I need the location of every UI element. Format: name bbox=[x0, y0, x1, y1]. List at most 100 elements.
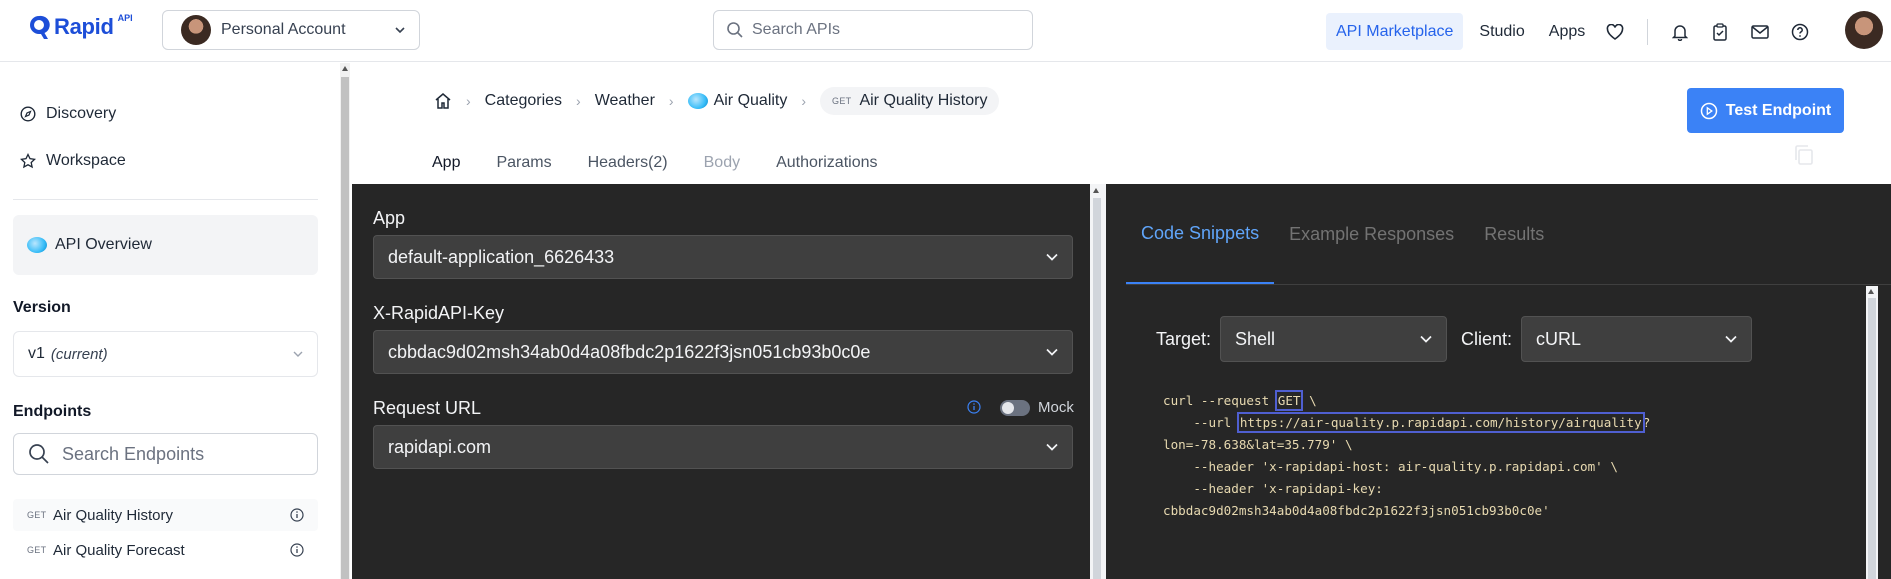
endpoint-item[interactable]: GET Air Quality History bbox=[13, 499, 318, 531]
endpoint-name: Air Quality History bbox=[53, 506, 174, 524]
nav-api-marketplace[interactable]: API Marketplace bbox=[1326, 13, 1464, 50]
request-panel: App default-application_6626433 X-RapidA… bbox=[352, 184, 1090, 579]
scroll-up-arrow[interactable] bbox=[1093, 188, 1099, 193]
scroll-up-arrow[interactable] bbox=[342, 66, 348, 71]
scrollbar-thumb[interactable] bbox=[1868, 298, 1876, 579]
nav-apps[interactable]: Apps bbox=[1539, 13, 1595, 50]
notifications-button[interactable] bbox=[1660, 13, 1700, 50]
chevron-down-icon bbox=[395, 27, 405, 34]
mail-icon bbox=[1751, 24, 1769, 39]
search-icon bbox=[29, 444, 49, 464]
bell-icon bbox=[1672, 24, 1689, 41]
endpoint-search-input[interactable] bbox=[62, 443, 302, 465]
mock-toggle-group: Mock bbox=[1000, 399, 1074, 416]
app-label: App bbox=[373, 208, 406, 228]
help-icon bbox=[1791, 23, 1809, 40]
breadcrumb-api[interactable]: Air Quality bbox=[714, 92, 788, 110]
chevron-down-icon bbox=[293, 351, 303, 357]
api-key-label: X-RapidAPI-Key bbox=[373, 303, 505, 323]
info-icon[interactable] bbox=[290, 508, 304, 522]
info-icon[interactable] bbox=[290, 543, 304, 557]
breadcrumb-weather[interactable]: Weather bbox=[595, 92, 655, 110]
api-overview-label: API Overview bbox=[55, 236, 152, 253]
app-select[interactable]: default-application_6626433 bbox=[373, 235, 1073, 279]
target-select[interactable]: Shell bbox=[1220, 316, 1447, 362]
tasks-button[interactable] bbox=[1700, 13, 1740, 50]
panel-scrollbar[interactable] bbox=[1090, 184, 1106, 579]
mock-toggle[interactable] bbox=[1000, 399, 1030, 416]
chevron-right-icon: › bbox=[466, 93, 471, 109]
compass-icon bbox=[20, 106, 36, 122]
sidebar-item-discovery[interactable]: Discovery bbox=[20, 105, 116, 123]
code-line: curl --request GET \ bbox=[1163, 390, 1317, 411]
app-value: default-application_6626433 bbox=[388, 246, 615, 267]
chevron-down-icon bbox=[1046, 253, 1058, 261]
scroll-up-arrow[interactable] bbox=[1868, 289, 1874, 294]
code-line: --url https://air-quality.p.rapidapi.com… bbox=[1163, 412, 1651, 433]
test-endpoint-label: Test Endpoint bbox=[1725, 101, 1832, 119]
favorites-button[interactable] bbox=[1595, 13, 1635, 50]
test-endpoint-button[interactable]: Test Endpoint bbox=[1687, 88, 1844, 133]
client-select[interactable]: cURL bbox=[1521, 316, 1752, 362]
api-globe-icon bbox=[687, 93, 708, 109]
chevron-down-icon bbox=[1725, 335, 1737, 343]
sidebar: Discovery Workspace API Overview Version… bbox=[0, 63, 337, 579]
nav-studio[interactable]: Studio bbox=[1469, 13, 1534, 50]
search-input[interactable] bbox=[752, 21, 1012, 39]
breadcrumb-endpoint-label: Air Quality History bbox=[859, 92, 988, 109]
chevron-right-icon: › bbox=[668, 93, 674, 109]
api-key-select[interactable]: cbbdac9d02msh34ab0d4a08fbdc2p1622f3jsn05… bbox=[373, 330, 1073, 374]
top-nav: API Marketplace Studio Apps bbox=[1326, 13, 1820, 50]
code-text: ? bbox=[1642, 415, 1651, 430]
rapidapi-logo-icon bbox=[30, 15, 50, 40]
version-value: v1 bbox=[28, 345, 45, 362]
code-text: --url bbox=[1163, 415, 1239, 430]
client-value: cURL bbox=[1536, 328, 1582, 349]
response-tabs-divider bbox=[1126, 284, 1891, 285]
method-badge: GET bbox=[27, 545, 47, 555]
account-avatar bbox=[181, 15, 211, 45]
client-label: Client: bbox=[1461, 329, 1513, 349]
code-line: --header 'x-rapidapi-key: bbox=[1163, 481, 1383, 496]
version-note: (current) bbox=[50, 345, 108, 363]
messages-button[interactable] bbox=[1740, 13, 1780, 50]
endpoint-name: Air Quality Forecast bbox=[53, 541, 185, 559]
tab-code-snippets[interactable]: Code Snippets bbox=[1126, 184, 1275, 284]
copy-icon[interactable] bbox=[1792, 143, 1816, 167]
version-select[interactable]: v1 (current) bbox=[13, 331, 318, 377]
home-icon[interactable] bbox=[434, 92, 452, 110]
logo-text: Rapid bbox=[54, 14, 114, 39]
sidebar-item-label: Workspace bbox=[46, 152, 126, 169]
method-badge: GET bbox=[832, 96, 852, 106]
target-value: Shell bbox=[1235, 328, 1276, 349]
sidebar-item-label: Discovery bbox=[46, 105, 117, 122]
endpoints-title: Endpoints bbox=[13, 403, 92, 420]
code-scrollbar[interactable] bbox=[1866, 286, 1878, 579]
endpoint-item[interactable]: GET Air Quality Forecast bbox=[13, 534, 318, 566]
response-tabs: Code Snippets Example Responses Results bbox=[1126, 184, 1559, 284]
account-selector[interactable]: Personal Account bbox=[162, 10, 420, 50]
sidebar-scrollbar[interactable] bbox=[340, 63, 350, 579]
chevron-down-icon bbox=[1420, 335, 1432, 343]
request-url-select[interactable]: rapidapi.com bbox=[373, 425, 1073, 469]
scrollbar-thumb[interactable] bbox=[341, 77, 349, 579]
info-icon[interactable] bbox=[967, 400, 981, 414]
tab-results[interactable]: Results bbox=[1469, 184, 1559, 284]
rapidapi-logo[interactable]: Rapid API bbox=[28, 13, 133, 40]
play-circle-icon bbox=[1700, 102, 1718, 119]
scrollbar-thumb[interactable] bbox=[1093, 198, 1101, 579]
user-avatar[interactable] bbox=[1845, 11, 1883, 49]
request-url-value: rapidapi.com bbox=[388, 436, 492, 457]
request-url-label: Request URL bbox=[373, 398, 482, 418]
api-overview-link[interactable]: API Overview bbox=[13, 215, 318, 275]
search-bar[interactable] bbox=[713, 10, 1033, 50]
top-bar: Rapid API Personal Account API Marketpla… bbox=[0, 0, 1891, 62]
breadcrumb-categories[interactable]: Categories bbox=[485, 92, 562, 110]
mock-label: Mock bbox=[1038, 399, 1074, 416]
sidebar-item-workspace[interactable]: Workspace bbox=[20, 152, 126, 170]
chevron-down-icon bbox=[1046, 443, 1058, 451]
tab-example-responses[interactable]: Example Responses bbox=[1274, 184, 1469, 284]
endpoint-search[interactable] bbox=[13, 433, 318, 475]
help-button[interactable] bbox=[1780, 13, 1820, 50]
target-label: Target: bbox=[1156, 329, 1212, 349]
